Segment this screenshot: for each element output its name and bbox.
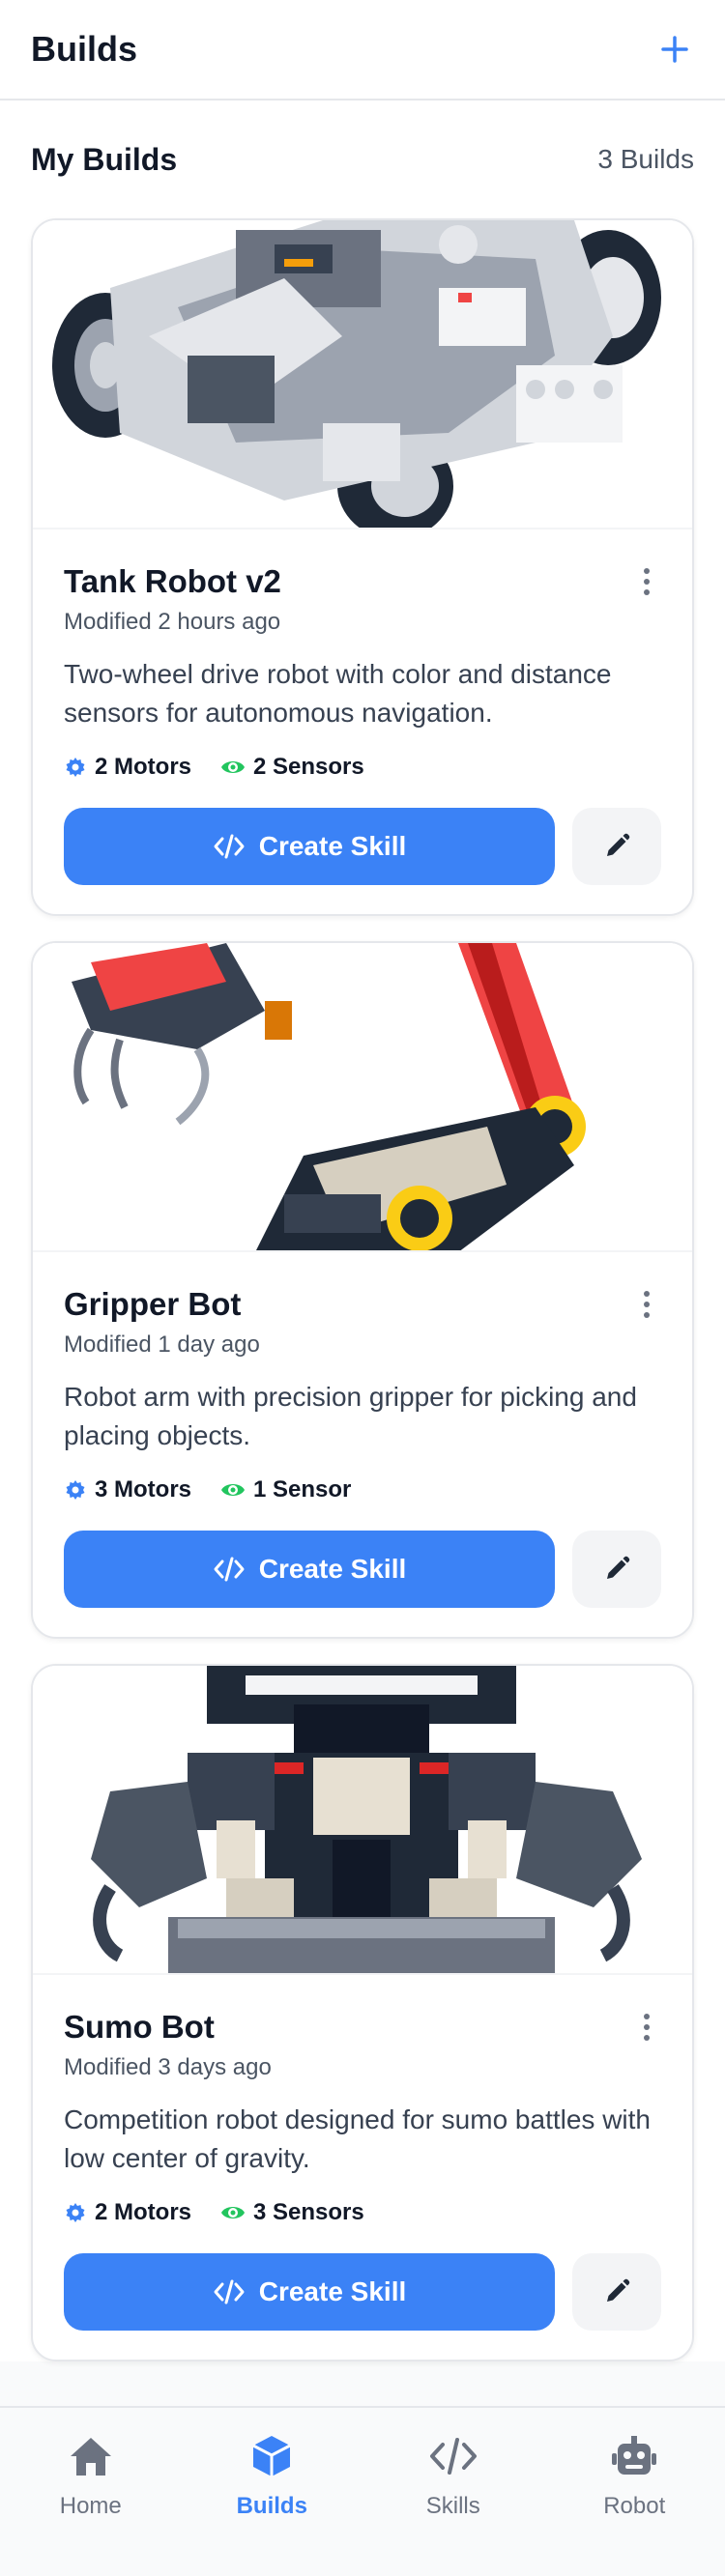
build-title: Sumo Bot [64, 2009, 215, 2045]
motors-count: 2 Motors [95, 2199, 192, 2225]
page-title: Builds [31, 29, 138, 69]
eye-icon [221, 1484, 246, 1496]
card-body: Tank Robot v2 Modified 2 hours ago Two-w… [33, 530, 692, 914]
pencil-icon [607, 833, 630, 856]
app: Builds My Builds 3 Builds Tank Robot v2 … [0, 0, 725, 2576]
card-title-row: Tank Robot v2 [64, 562, 661, 601]
build-title: Tank Robot v2 [64, 563, 281, 599]
more-options-icon[interactable] [632, 1285, 661, 1324]
create-skill-button[interactable]: Create Skill [64, 2253, 555, 2331]
code-icon [214, 1557, 245, 1582]
code-icon [429, 2438, 477, 2475]
pencil-icon [607, 2278, 630, 2302]
build-description: Competition robot designed for sumo batt… [64, 2104, 651, 2173]
create-skill-label: Create Skill [258, 831, 407, 861]
modified-time: Modified 2 hours ago [64, 609, 281, 635]
plus-icon [661, 36, 688, 63]
motors-count: 2 Motors [95, 754, 192, 780]
more-options-icon[interactable] [632, 562, 661, 601]
nav-label-home: Home [59, 2493, 122, 2519]
section-header: My Builds 3 Builds [31, 100, 694, 218]
pencil-icon [607, 1556, 630, 1579]
main-content: My Builds 3 Builds Tank Robot v2 Modifie… [0, 100, 725, 2361]
sensors-count: 3 Sensors [253, 2199, 364, 2225]
home-icon [70, 2438, 111, 2476]
modified-time: Modified 1 day ago [64, 1331, 260, 1358]
eye-icon [221, 2207, 246, 2218]
nav-item-skills[interactable]: Skills [381, 2433, 526, 2520]
build-title: Gripper Bot [64, 1286, 242, 1322]
add-build-button[interactable] [653, 28, 696, 71]
edit-build-button[interactable] [572, 808, 661, 885]
cube-icon [252, 2436, 291, 2476]
build-description: Two-wheel drive robot with color and dis… [64, 659, 612, 728]
code-icon [214, 834, 245, 859]
build-image [33, 1666, 692, 1975]
card-actions: Create Skill [64, 808, 661, 885]
motors-count: 3 Motors [95, 1476, 192, 1503]
build-image [33, 943, 692, 1252]
card-actions: Create Skill [64, 1531, 661, 1608]
build-card[interactable]: Gripper Bot Modified 1 day ago Robot arm… [31, 941, 694, 1639]
nav-item-home[interactable]: Home [18, 2433, 163, 2520]
build-meta: 3 Motors 1 Sensor [64, 1476, 661, 1503]
card-title-row: Gripper Bot [64, 1285, 661, 1324]
build-card[interactable]: Sumo Bot Modified 3 days ago Competition… [31, 1664, 694, 2361]
top-header: Builds [0, 0, 725, 100]
builds-count: 3 Builds [597, 144, 694, 174]
sensors-meta: 2 Sensors [220, 754, 364, 781]
card-actions: Create Skill [64, 2253, 661, 2331]
card-body: Gripper Bot Modified 1 day ago Robot arm… [33, 1252, 692, 1637]
build-card[interactable]: Tank Robot v2 Modified 2 hours ago Two-w… [31, 218, 694, 916]
build-image [33, 220, 692, 530]
card-body: Sumo Bot Modified 3 days ago Competition… [33, 1975, 692, 2360]
bottom-nav: Home Builds Skills Robot [0, 2406, 725, 2576]
eye-icon [221, 761, 246, 773]
sensors-count: 1 Sensor [253, 1476, 352, 1503]
sensors-meta: 1 Sensor [220, 1476, 351, 1503]
sensors-meta: 3 Sensors [220, 2199, 364, 2226]
modified-time: Modified 3 days ago [64, 2054, 272, 2080]
build-meta: 2 Motors 2 Sensors [64, 754, 661, 781]
nav-label-robot: Robot [603, 2493, 666, 2519]
create-skill-button[interactable]: Create Skill [64, 1531, 555, 1608]
gear-icon [66, 758, 85, 777]
gear-icon [66, 2203, 85, 2222]
create-skill-label: Create Skill [258, 1554, 407, 1584]
nav-item-builds[interactable]: Builds [199, 2433, 344, 2520]
sensors-count: 2 Sensors [253, 754, 364, 780]
edit-build-button[interactable] [572, 2253, 661, 2331]
motors-meta: 3 Motors [64, 1476, 191, 1503]
nav-label-skills: Skills [425, 2493, 480, 2519]
create-skill-label: Create Skill [258, 2276, 407, 2306]
section-title: My Builds [31, 141, 178, 177]
motors-meta: 2 Motors [64, 754, 191, 781]
more-options-icon[interactable] [632, 2008, 661, 2046]
build-meta: 2 Motors 3 Sensors [64, 2199, 661, 2226]
edit-build-button[interactable] [572, 1531, 661, 1608]
create-skill-button[interactable]: Create Skill [64, 808, 555, 885]
gear-icon [66, 1480, 85, 1500]
nav-item-robot[interactable]: Robot [562, 2433, 707, 2520]
nav-label-builds: Builds [236, 2493, 307, 2519]
robot-icon [612, 2436, 657, 2475]
card-title-row: Sumo Bot [64, 2008, 661, 2046]
build-description: Robot arm with precision gripper for pic… [64, 1382, 637, 1450]
code-icon [214, 2279, 245, 2304]
motors-meta: 2 Motors [64, 2199, 191, 2226]
